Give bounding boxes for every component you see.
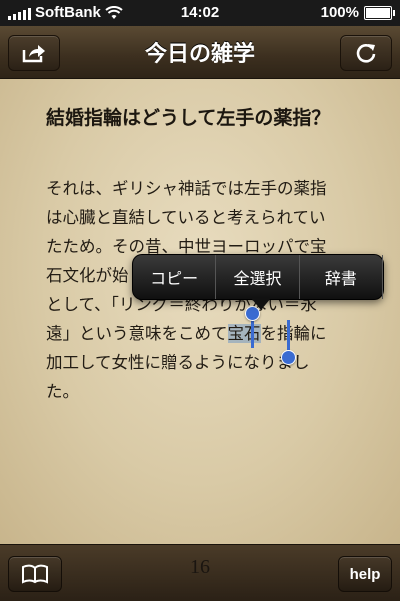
- battery-percent: 100%: [320, 4, 359, 21]
- menu-pointer: [251, 298, 271, 310]
- selected-text[interactable]: 宝石: [227, 324, 261, 343]
- select-all-menu-item[interactable]: 全選択: [216, 255, 300, 299]
- text-segment: 遠」という意味をこめて: [46, 324, 228, 343]
- refresh-icon: [356, 44, 376, 63]
- selection-end-handle[interactable]: [281, 350, 296, 365]
- text-line: 遠」という意味をこめて宝石を指輪に: [46, 319, 366, 348]
- text-line: は心臓と直結していると考えられてい: [46, 208, 326, 227]
- article-heading: 結婚指輪はどうして左手の薬指？: [46, 107, 331, 129]
- navigation-bar: 今日の雑学: [0, 26, 400, 79]
- battery-icon: [364, 5, 395, 20]
- page-number: 16: [190, 556, 210, 578]
- text-line: 加工して女性に贈るようになりまし: [46, 353, 310, 372]
- selection-end-bar[interactable]: [287, 320, 290, 352]
- copy-menu-item[interactable]: コピー: [133, 255, 217, 299]
- status-bar: SoftBank 14:02 100%: [0, 0, 400, 26]
- article-page: 結婚指輪はどうして左手の薬指？ それは、ギリシャ神話では左手の薬指 は心臓と直結…: [0, 79, 400, 544]
- dictionary-menu-item[interactable]: 辞書: [300, 255, 383, 299]
- battery-info: 100%: [320, 4, 395, 21]
- text-line: それは、ギリシャ神話では左手の薬指: [46, 179, 327, 198]
- refresh-button[interactable]: [340, 35, 392, 71]
- edit-menu: コピー 全選択 辞書: [132, 254, 384, 310]
- selection-start-bar[interactable]: [251, 318, 254, 348]
- text-line: た。: [46, 382, 79, 401]
- text-segment: を指輪に: [260, 324, 327, 343]
